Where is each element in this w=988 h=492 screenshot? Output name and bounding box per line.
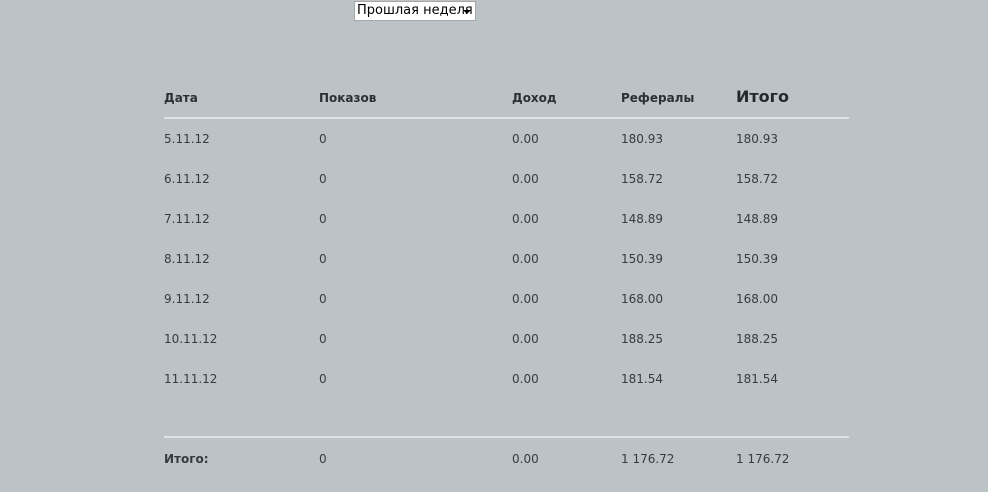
cell-date: 9.11.12 (164, 292, 210, 306)
footer-referrals: 1 176.72 (621, 452, 675, 466)
cell-total: 148.89 (736, 212, 778, 226)
cell-income: 0.00 (512, 172, 539, 186)
table-row: 5.11.12 0 0.00 180.93 180.93 (164, 129, 849, 149)
table-row: 6.11.12 0 0.00 158.72 158.72 (164, 169, 849, 189)
cell-referrals: 168.00 (621, 292, 663, 306)
cell-total: 158.72 (736, 172, 778, 186)
table-header: Дата Показов Доход Рефералы Итого (164, 87, 849, 108)
cell-date: 8.11.12 (164, 252, 210, 266)
cell-total: 168.00 (736, 292, 778, 306)
table-row: 9.11.12 0 0.00 168.00 168.00 (164, 289, 849, 309)
cell-income: 0.00 (512, 292, 539, 306)
cell-referrals: 158.72 (621, 172, 663, 186)
cell-referrals: 188.25 (621, 332, 663, 346)
cell-date: 6.11.12 (164, 172, 210, 186)
cell-impressions: 0 (319, 252, 327, 266)
header-date: Дата (164, 91, 198, 105)
table-row: 7.11.12 0 0.00 148.89 148.89 (164, 209, 849, 229)
cell-income: 0.00 (512, 132, 539, 146)
header-total: Итого (736, 87, 790, 106)
cell-impressions: 0 (319, 132, 327, 146)
cell-total: 181.54 (736, 372, 778, 386)
cell-total: 180.93 (736, 132, 778, 146)
cell-total: 188.25 (736, 332, 778, 346)
footer-income: 0.00 (512, 452, 539, 466)
cell-referrals: 150.39 (621, 252, 663, 266)
stats-table: Дата Показов Доход Рефералы Итого 5.11.1… (164, 0, 849, 492)
cell-impressions: 0 (319, 292, 327, 306)
header-impressions: Показов (319, 91, 377, 105)
cell-date: 5.11.12 (164, 132, 210, 146)
cell-date: 7.11.12 (164, 212, 210, 226)
footer-label: Итого: (164, 452, 209, 466)
table-row: 8.11.12 0 0.00 150.39 150.39 (164, 249, 849, 269)
cell-total: 150.39 (736, 252, 778, 266)
table-row: 11.11.12 0 0.00 181.54 181.54 (164, 369, 849, 389)
header-divider (164, 117, 849, 119)
cell-income: 0.00 (512, 332, 539, 346)
cell-income: 0.00 (512, 252, 539, 266)
cell-referrals: 148.89 (621, 212, 663, 226)
table-footer: Итого: 0 0.00 1 176.72 1 176.72 (164, 449, 849, 469)
footer-total: 1 176.72 (736, 452, 790, 466)
cell-income: 0.00 (512, 212, 539, 226)
cell-referrals: 180.93 (621, 132, 663, 146)
table-row: 10.11.12 0 0.00 188.25 188.25 (164, 329, 849, 349)
cell-impressions: 0 (319, 172, 327, 186)
cell-income: 0.00 (512, 372, 539, 386)
cell-impressions: 0 (319, 332, 327, 346)
header-income: Доход (512, 91, 557, 105)
cell-impressions: 0 (319, 372, 327, 386)
cell-impressions: 0 (319, 212, 327, 226)
cell-date: 11.11.12 (164, 372, 218, 386)
cell-referrals: 181.54 (621, 372, 663, 386)
header-referrals: Рефералы (621, 91, 695, 105)
footer-divider (164, 436, 849, 438)
footer-impressions: 0 (319, 452, 327, 466)
cell-date: 10.11.12 (164, 332, 218, 346)
